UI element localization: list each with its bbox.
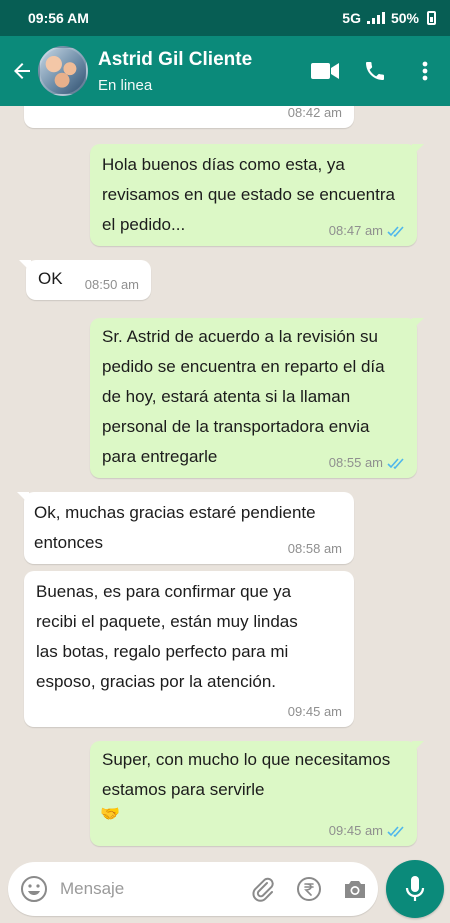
chat-area[interactable]: 08:42 am Hola buenos días como esta, ya … <box>0 106 450 854</box>
bubble-tail <box>17 492 29 504</box>
message-time: 08:58 am <box>287 541 342 556</box>
contact-status: En linea <box>98 76 153 94</box>
header-actions <box>300 46 450 96</box>
payment-button[interactable] <box>286 866 332 912</box>
double-check-icon <box>387 457 404 469</box>
voice-call-button[interactable] <box>350 46 400 96</box>
message-text: Sr. Astrid de acuerdo a la revisión su p… <box>102 327 385 466</box>
message-meta: 09:45 am <box>329 824 405 838</box>
double-check-icon <box>387 225 404 237</box>
contact-name: Astrid Gil Cliente <box>98 48 253 70</box>
message-bubble-outgoing[interactable]: Hola buenos días como esta, ya revisamos… <box>90 144 424 246</box>
phone-icon <box>366 62 384 80</box>
message-time: 08:55 am <box>328 455 383 470</box>
status-indicators: 5G 50% <box>342 10 436 26</box>
message-bubble-outgoing[interactable]: Super, con mucho lo que necesitamos esta… <box>90 741 424 846</box>
network-type: 5G <box>342 10 361 26</box>
message-input[interactable] <box>60 879 240 899</box>
message-bubble-incoming[interactable]: Ok, muchas gracias estaré pendiente ento… <box>17 492 354 564</box>
back-button[interactable] <box>2 51 42 91</box>
emoji-icon <box>21 876 47 902</box>
camera-icon <box>345 881 365 898</box>
avatar[interactable] <box>38 46 88 96</box>
voice-message-button[interactable] <box>386 860 444 918</box>
message-meta: 09:45 am <box>288 705 342 719</box>
message-bubble-outgoing[interactable]: Sr. Astrid de acuerdo a la revisión su p… <box>90 318 424 478</box>
contact-info[interactable]: Astrid Gil Cliente En linea <box>98 49 252 94</box>
more-vertical-icon <box>422 61 428 81</box>
attach-button[interactable] <box>240 866 286 912</box>
message-time: 08:47 am <box>328 223 383 238</box>
chat-header: Astrid Gil Cliente En linea <box>0 36 450 106</box>
message-time: 09:45 am <box>328 823 383 838</box>
message-text: Super, con mucho lo que necesitamos esta… <box>102 750 391 799</box>
bubble-tail <box>412 741 424 753</box>
paperclip-icon <box>252 877 274 902</box>
bubble-tail <box>412 318 424 330</box>
message-meta: 08:47 am <box>329 224 405 238</box>
message-bubble-incoming[interactable]: OK 08:50 am <box>19 260 151 300</box>
arrow-left-icon <box>14 63 30 79</box>
handshake-icon: 🤝 <box>100 806 120 823</box>
message-text: Buenas, es para confirmar que ya recibi … <box>36 582 298 691</box>
video-call-button[interactable] <box>300 46 350 96</box>
double-check-icon <box>387 825 404 837</box>
battery-level: 50% <box>390 10 419 26</box>
message-bubble-incoming[interactable]: Buenas, es para confirmar que ya recibi … <box>24 571 354 727</box>
message-meta: 08:50 am <box>85 278 139 292</box>
status-time: 09:56 AM <box>28 10 89 26</box>
battery-icon <box>427 11 436 25</box>
emoji-button[interactable] <box>8 875 60 903</box>
bubble-tail <box>412 144 424 156</box>
bubble-tail <box>19 260 31 272</box>
message-composer <box>8 862 378 916</box>
message-bubble-incoming[interactable]: 08:42 am <box>24 106 354 128</box>
rupee-icon <box>297 877 321 901</box>
more-options-button[interactable] <box>400 46 450 96</box>
message-meta: 08:58 am <box>288 542 342 556</box>
video-call-icon <box>311 63 339 79</box>
message-meta: 08:42 am <box>288 106 342 120</box>
microphone-icon <box>405 876 425 901</box>
message-time: 09:45 am <box>287 704 342 719</box>
message-time: 08:42 am <box>287 106 342 120</box>
status-bar: 09:56 AM 5G 50% <box>0 0 450 36</box>
camera-button[interactable] <box>332 866 378 912</box>
message-time: 08:50 am <box>84 277 139 292</box>
signal-icon <box>366 12 385 24</box>
message-meta: 08:55 am <box>329 456 405 470</box>
